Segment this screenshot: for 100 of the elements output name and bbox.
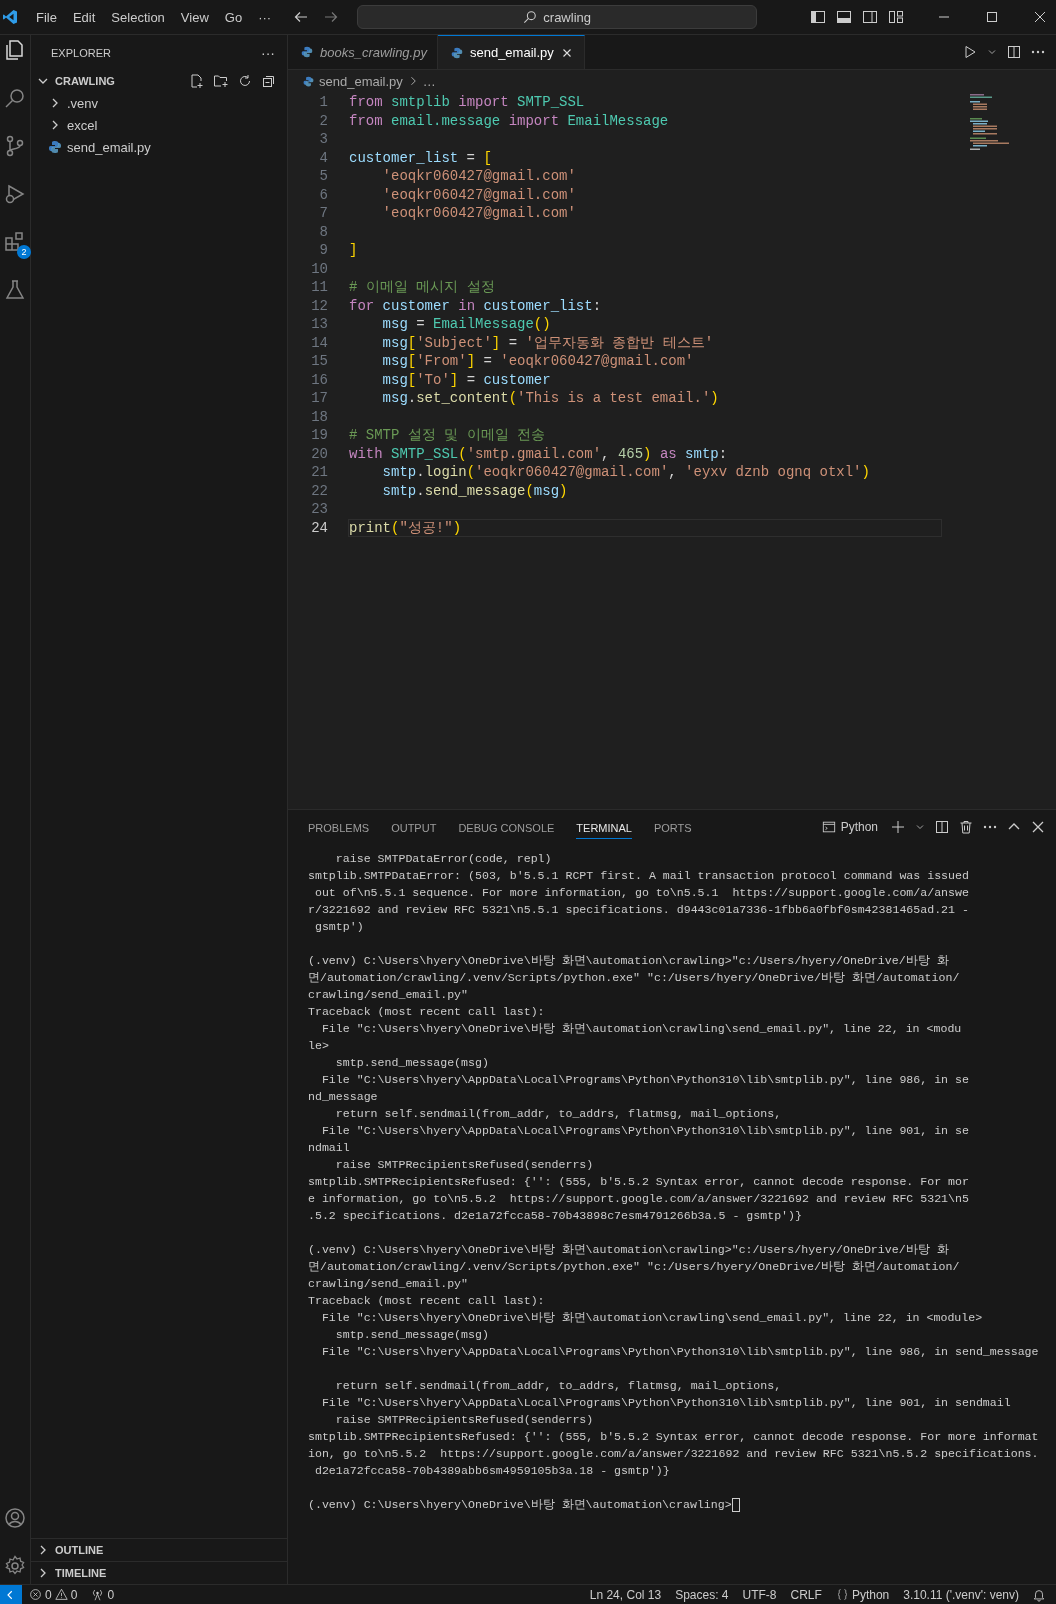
terminal-line: smtplib.SMTPRecipientsRefused: {'': (555, b'5.5.2 Syntax error, cannot decode response. For more informat [308,1429,1040,1445]
tree-item[interactable]: .venv [31,92,287,114]
line-number: 18 [310,408,328,425]
terminal-line: 면/automation/crawling/.venv/Scripts/python.exe" "c:/Users/hyery/OneDrive/바탕 화면/automation/ [308,1259,961,1275]
panel-toggle-icon[interactable] [836,9,852,25]
forward-arrow-icon[interactable] [323,9,340,25]
close-icon[interactable] [1032,9,1048,25]
line-number: 19 [310,427,328,444]
menu-item[interactable]: Go [216,9,251,25]
breadcrumb-item[interactable]: send_email.py [319,73,403,89]
braces-icon [835,1588,849,1601]
terminal-line: File "C:\Users\hyery\AppData\Local\Programs\Python\Python310\lib\smtplib.py", line 986, in send_message [320,1344,1040,1360]
new-file-icon[interactable] [189,73,205,89]
terminal-line: return self.sendmail(from_addr, to_addrs, flatmsg, mail_options, [334,1106,783,1122]
problems-button[interactable]: 0 0 [22,1587,85,1602]
text-cursor [731,1497,740,1512]
status-item[interactable]: CRLF [783,1587,829,1602]
terminal-line: out of\n5.5.1 sequence. For more information, go to\n5.5.1 https://support.google.com/a/answe [313,885,970,901]
maximize-icon[interactable] [984,9,1000,25]
line-number: 8 [318,223,328,240]
line-number: 11 [310,279,328,296]
terminal-line: nd_message [308,1089,379,1105]
status-item[interactable]: Python [828,1587,897,1602]
terminal-line: 면/automation/crawling/.venv/Scripts/python.exe" "c:/Users/hyery/OneDrive/바탕 화면/automation/ [308,970,961,986]
status-item[interactable]: Ln 24, Col 13 [582,1587,669,1602]
collapse-all-icon[interactable] [261,73,277,89]
plus-icon[interactable] [890,819,906,835]
line-number: 9 [318,242,328,259]
ports-button[interactable]: 0 [84,1587,122,1602]
command-search-field[interactable]: crawling [357,5,758,29]
line-number: 21 [310,464,328,481]
panel-tab[interactable]: PORTS [653,815,692,839]
bell-icon[interactable] [1032,1587,1046,1602]
code-line: msg['Subject'] = '업무자동화 종합반 테스트' [381,333,714,352]
close-icon[interactable] [1030,819,1046,835]
status-item[interactable]: 3.10.11 ('.venv': venv) [896,1587,1026,1602]
terminal-icon [820,820,837,834]
editor-tab[interactable]: books_crawling.py [288,35,438,69]
menu-item[interactable]: View [172,9,217,25]
menu-item[interactable]: Edit [64,9,104,25]
refresh-icon[interactable] [237,73,253,89]
terminal-line: raise SMTPDataError(code, repl) [334,851,553,867]
terminal-line: Traceback (most recent call last): [308,1004,546,1020]
line-number: 2 [318,112,328,129]
code-line: 'eoqkr060427@gmail.com' [381,205,576,222]
line-number: 1 [318,94,328,111]
line-number: 16 [310,371,328,388]
status-item[interactable]: Spaces: 4 [668,1587,736,1602]
explorer-title: EXPLORER [51,46,111,59]
layout-icon[interactable] [888,9,904,25]
code-line: 'eoqkr060427@gmail.com' [381,168,576,185]
line-number: 22 [310,482,328,499]
run-icon[interactable] [962,44,978,60]
terminal-prompt: (.venv) C:\Users\hyery\OneDrive\바탕 화면\automation\crawling> [308,1497,732,1513]
line-number: 23 [310,501,328,518]
trash-icon[interactable] [958,819,974,835]
code-line: smtp.send_message(msg) [381,482,568,499]
more-menu[interactable]: ··· [250,9,280,25]
terminal-line: File "C:\Users\hyery\AppData\Local\Programs\Python\Python310\lib\smtplib.py", line 901, in sendmail [320,1395,1012,1411]
broadcast-icon [91,1588,105,1601]
terminal-line: File "C:\Users\hyery\AppData\Local\Programs\Python\Python310\lib\smtplib.py", line 986, in se [320,1072,970,1088]
section-header[interactable]: OUTLINE [31,1538,287,1561]
python-file-icon [449,45,464,60]
flask-icon[interactable] [3,278,27,302]
run-debug-icon[interactable] [3,182,27,206]
menu-item[interactable]: Selection [103,9,173,25]
line-number: 20 [310,445,328,462]
back-arrow-icon[interactable] [293,9,310,25]
terminal-line: (.venv) C:\Users\hyery\OneDrive\바탕 화면\automation\crawling>"c:/Users/hyery/OneDrive/바탕 화 [308,1242,950,1258]
menu-item[interactable]: File [28,9,65,25]
line-number: 4 [318,149,328,166]
code-line: msg['To'] = customer [381,371,551,388]
tree-item[interactable]: send_email.py [31,136,287,158]
code-line: for customer in customer_list: [349,297,602,314]
terminal-line: raise SMTPRecipientsRefused(senderrs) [334,1157,595,1173]
minimap-drawing [970,94,1010,150]
panel-tab[interactable]: DEBUG CONSOLE [458,815,555,839]
editor-tab[interactable]: send_email.py [437,35,585,69]
new-folder-icon[interactable] [213,73,229,89]
error-icon [29,1588,42,1601]
split-terminal-icon[interactable] [934,819,950,835]
more-actions-button[interactable]: ··· [261,44,275,61]
secondary-sidebar-icon[interactable] [862,9,878,25]
tree-item[interactable]: excel [31,114,287,136]
panel-tab[interactable]: TERMINAL [576,815,632,839]
line-number: 6 [318,186,328,203]
folder-header[interactable]: CRAWLING [31,70,287,92]
line-number: 14 [310,334,328,351]
search-icon[interactable] [3,86,27,110]
sidebar-toggle-icon[interactable] [810,9,826,25]
breadcrumb-item[interactable]: … [422,73,436,89]
panel-tab[interactable]: PROBLEMS [308,815,370,839]
line-number: 5 [318,168,328,185]
terminal-profile-button[interactable]: Python [820,820,878,834]
line-number: 12 [310,297,328,314]
split-editor-icon[interactable] [1006,44,1022,60]
status-item[interactable]: UTF-8 [735,1587,784,1602]
code-line: msg = EmailMessage() [381,316,551,333]
panel-tab[interactable]: OUTPUT [391,815,437,839]
account-icon[interactable] [3,1506,27,1530]
